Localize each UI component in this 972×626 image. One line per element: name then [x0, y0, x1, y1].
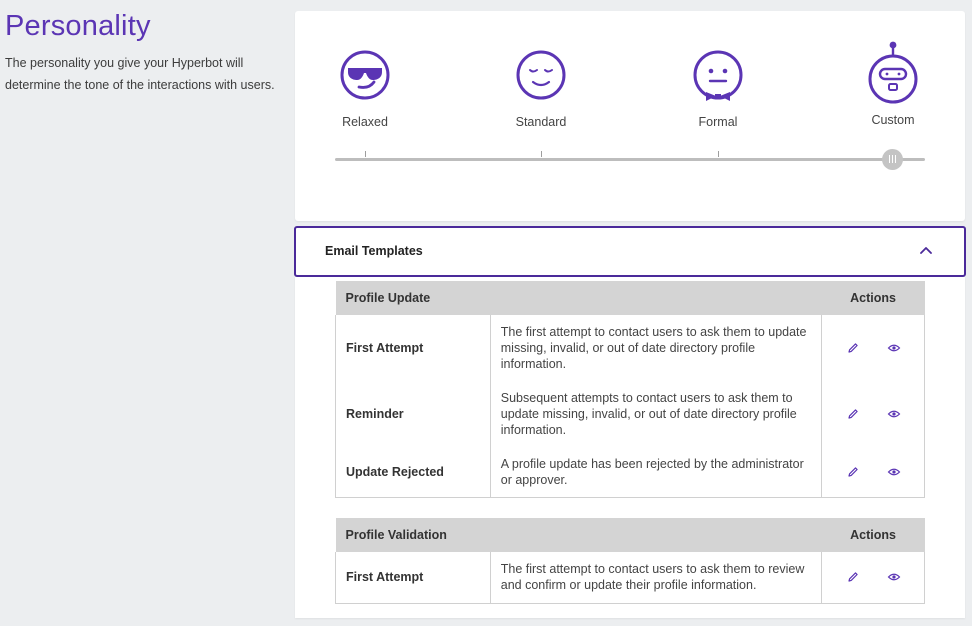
personality-slider-track[interactable]	[335, 158, 925, 161]
persona-custom[interactable]: Custom	[833, 41, 953, 127]
page-title: Personality	[5, 10, 151, 42]
template-description: A profile update has been rejected by th…	[490, 447, 823, 498]
chevron-up-icon[interactable]	[920, 246, 932, 254]
eye-icon[interactable]	[886, 464, 902, 480]
email-templates-body: Profile Update Actions First Attempt The…	[295, 277, 965, 618]
row-actions	[821, 381, 925, 447]
group-header-profile-update: Profile Update	[335, 281, 822, 315]
content-face-icon	[516, 50, 566, 100]
persona-label-formal: Formal	[698, 115, 738, 129]
group-header-profile-validation: Profile Validation	[335, 518, 822, 552]
table-row: Reminder Subsequent attempts to contact …	[335, 381, 925, 447]
page-description: The personality you give your Hyperbot w…	[5, 56, 275, 92]
pencil-icon[interactable]	[845, 569, 861, 585]
template-description: The first attempt to contact users to as…	[490, 552, 823, 604]
table-row: First Attempt The first attempt to conta…	[335, 315, 925, 381]
row-actions	[821, 447, 925, 498]
robot-face-icon	[868, 41, 918, 104]
eye-icon[interactable]	[886, 340, 902, 356]
sunglasses-face-icon	[340, 50, 390, 100]
actions-header: Actions	[821, 518, 925, 552]
row-actions	[821, 315, 925, 381]
template-name: Reminder	[335, 381, 491, 447]
eye-icon[interactable]	[886, 569, 902, 585]
email-templates-title: Email Templates	[325, 244, 423, 258]
persona-label-standard: Standard	[515, 115, 567, 129]
eye-icon[interactable]	[886, 406, 902, 422]
bowtie-face-icon	[693, 50, 743, 101]
email-templates-accordion-header[interactable]: Email Templates	[294, 226, 966, 277]
personality-card: Relaxed Standard Formal Custom	[295, 11, 965, 221]
persona-label-custom: Custom	[871, 113, 915, 127]
template-description: Subsequent attempts to contact users to …	[490, 381, 823, 447]
profile-update-table: Profile Update Actions First Attempt The…	[335, 281, 925, 498]
persona-formal[interactable]: Formal	[658, 50, 778, 129]
profile-validation-table: Profile Validation Actions First Attempt…	[335, 518, 925, 604]
table-row: First Attempt The first attempt to conta…	[335, 552, 925, 604]
table-row: Update Rejected A profile update has bee…	[335, 447, 925, 498]
persona-standard[interactable]: Standard	[481, 49, 601, 129]
template-name: Update Rejected	[335, 447, 491, 498]
persona-relaxed[interactable]: Relaxed	[305, 49, 425, 129]
persona-label-relaxed: Relaxed	[342, 115, 388, 129]
slider-tick-relaxed	[365, 151, 366, 157]
slider-tick-formal	[718, 151, 719, 157]
personality-intro: Personality The personality you give you…	[5, 8, 275, 96]
template-name: First Attempt	[335, 315, 491, 381]
actions-header: Actions	[821, 281, 925, 315]
row-actions	[821, 552, 925, 604]
pencil-icon[interactable]	[845, 464, 861, 480]
personality-slider-handle[interactable]	[882, 149, 903, 170]
pencil-icon[interactable]	[845, 406, 861, 422]
template-name: First Attempt	[335, 552, 491, 604]
pencil-icon[interactable]	[845, 340, 861, 356]
template-description: The first attempt to contact users to as…	[490, 315, 823, 381]
slider-tick-standard	[541, 151, 542, 157]
